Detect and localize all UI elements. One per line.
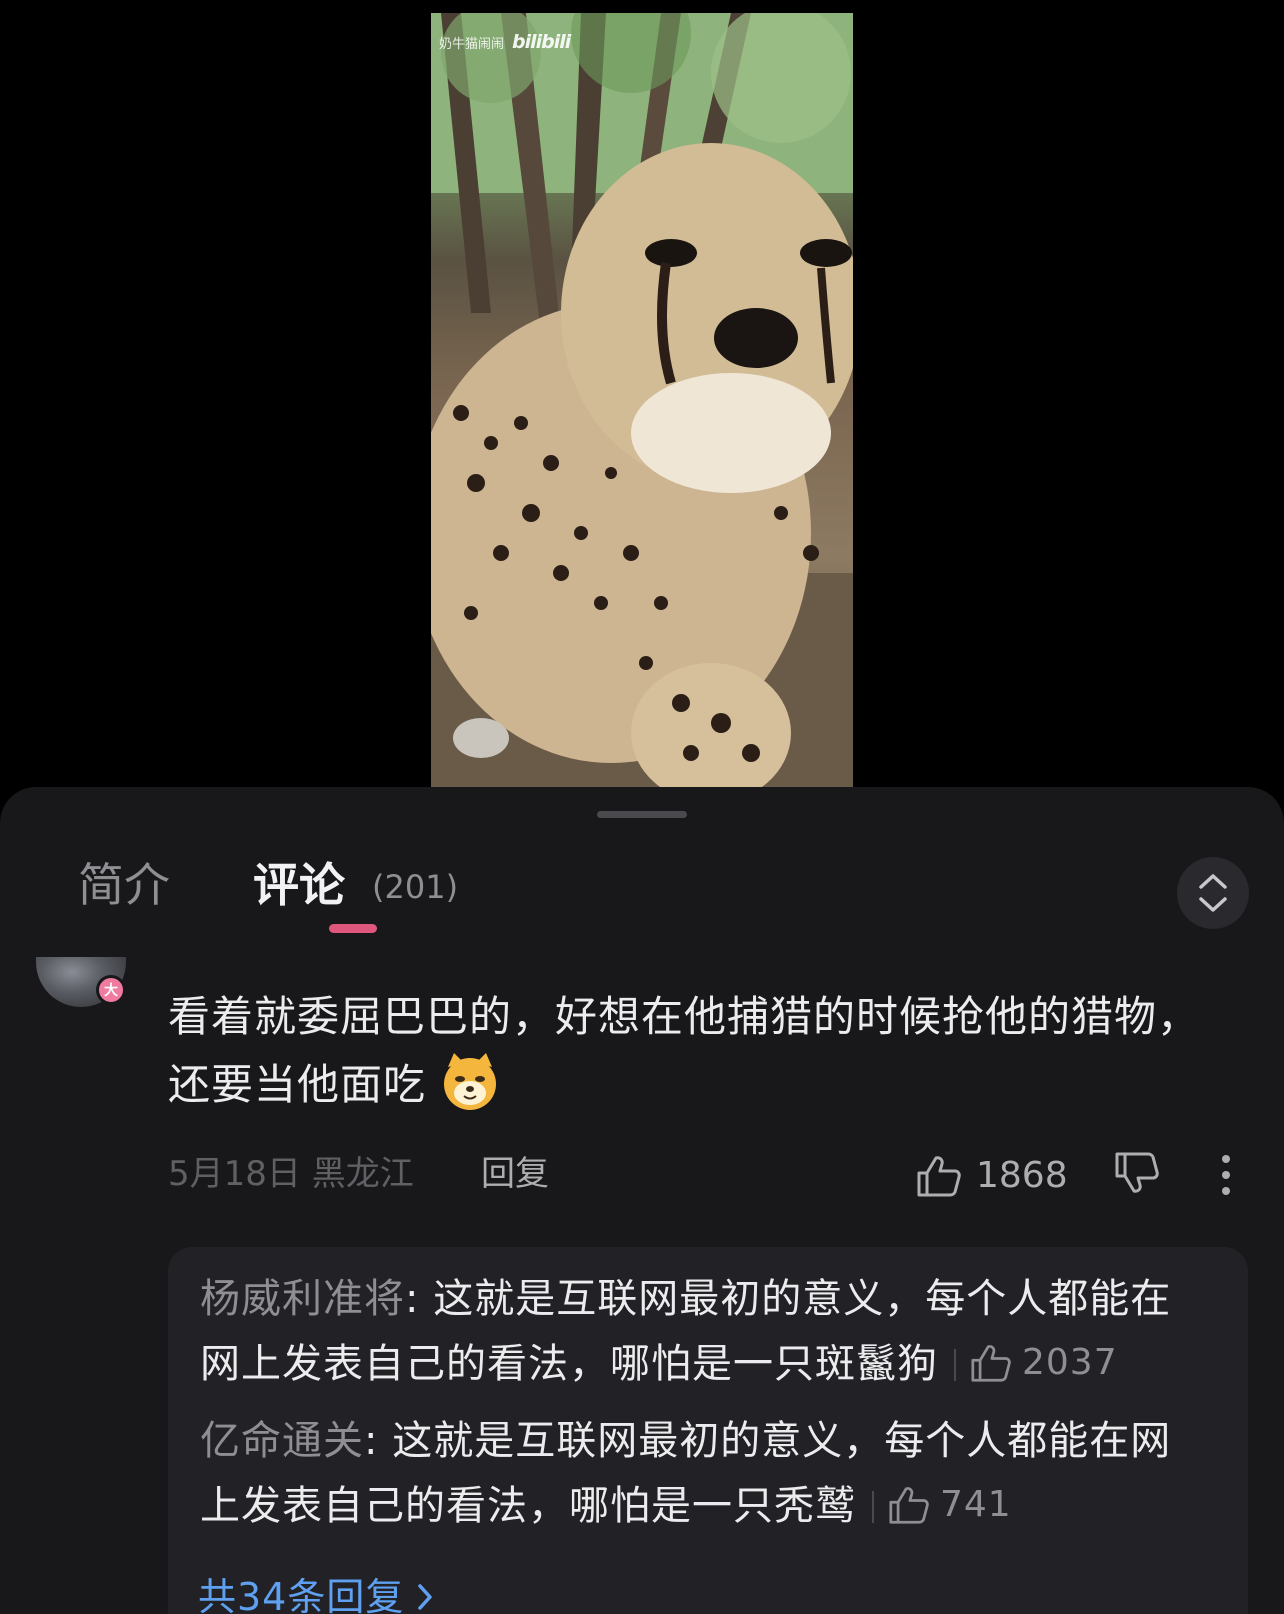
reply-item[interactable]: 杨威利准将: 这就是互联网最初的意义，每个人都能在网上发表自己的看法，哪怕是一只…	[200, 1267, 1200, 1396]
thumbs-up-icon	[917, 1156, 961, 1197]
more-dot-icon	[1222, 1171, 1230, 1179]
reply-divider	[954, 1349, 956, 1381]
chevron-up-down-icon	[1199, 874, 1227, 912]
cheetah-video-image	[431, 13, 853, 787]
thumbs-down-icon	[1115, 1152, 1159, 1193]
tab-bar: 简介 评论 (201)	[0, 857, 1284, 947]
more-replies-label: 共34条回复	[198, 1575, 405, 1614]
comments-panel: 简介 评论 (201) 大 看着就委屈巴巴的，好想在他捕猎的时候抢他的猎物，还要…	[0, 787, 1284, 1614]
like-count: 1868	[976, 1155, 1068, 1196]
tab-comments[interactable]: 评论	[253, 857, 345, 913]
comment-text: 看着就委屈巴巴的，好想在他捕猎的时候抢他的猎物，还要当他面吃	[168, 983, 1218, 1119]
reply-like-count: 741	[940, 1484, 1012, 1525]
reply-item[interactable]: 亿命通关: 这就是互联网最初的意义，每个人都能在网上发表自己的看法，哪怕是一只秃…	[200, 1409, 1200, 1538]
active-tab-indicator	[329, 924, 377, 933]
chevron-right-icon	[418, 1584, 433, 1610]
like-button[interactable]: 1868	[916, 1151, 1068, 1201]
more-dot-icon	[1222, 1187, 1230, 1195]
reply-like-button[interactable]: 2037	[970, 1331, 1118, 1395]
video-frame-cheetah[interactable]: 奶牛猫闹闹 bilibili	[431, 13, 853, 787]
bilibili-logo: bilibili	[512, 31, 571, 53]
view-more-replies-link[interactable]: 共34条回复	[198, 1569, 434, 1614]
avatar-badge: 大	[96, 975, 126, 1005]
dislike-button[interactable]	[1114, 1151, 1160, 1209]
expand-collapse-button[interactable]	[1177, 857, 1249, 929]
comment-date-location: 5月18日 黑龙江	[168, 1154, 414, 1194]
comment-meta-row: 5月18日 黑龙江 回复 1868	[168, 1149, 1248, 1199]
video-watermark: 奶牛猫闹闹 bilibili	[439, 31, 571, 53]
comments-count: (201)	[372, 868, 459, 906]
reply-divider	[872, 1491, 874, 1523]
comment-body: 看着就委屈巴巴的，好想在他捕猎的时候抢他的猎物，还要当他面吃	[168, 992, 1201, 1109]
tab-intro[interactable]: 简介	[78, 857, 170, 913]
video-player[interactable]: 奶牛猫闹闹 bilibili	[0, 0, 1284, 800]
reply-author[interactable]: 亿命通关	[200, 1418, 364, 1464]
replies-box[interactable]: 杨威利准将: 这就是互联网最初的意义，每个人都能在网上发表自己的看法，哪怕是一只…	[168, 1247, 1248, 1614]
reply-button[interactable]: 回复	[481, 1149, 549, 1199]
reply-author[interactable]: 杨威利准将	[200, 1276, 405, 1322]
more-dot-icon	[1222, 1155, 1230, 1163]
thumbs-up-icon	[889, 1487, 929, 1524]
reply-like-count: 2037	[1022, 1342, 1118, 1383]
thumbs-up-icon	[971, 1345, 1011, 1382]
more-options-button[interactable]	[1214, 1153, 1238, 1197]
reply-like-button[interactable]: 741	[888, 1473, 1012, 1537]
drag-handle[interactable]	[597, 811, 687, 818]
watermark-text: 奶牛猫闹闹	[439, 36, 505, 52]
dog-face-emoji-icon	[444, 1053, 497, 1110]
